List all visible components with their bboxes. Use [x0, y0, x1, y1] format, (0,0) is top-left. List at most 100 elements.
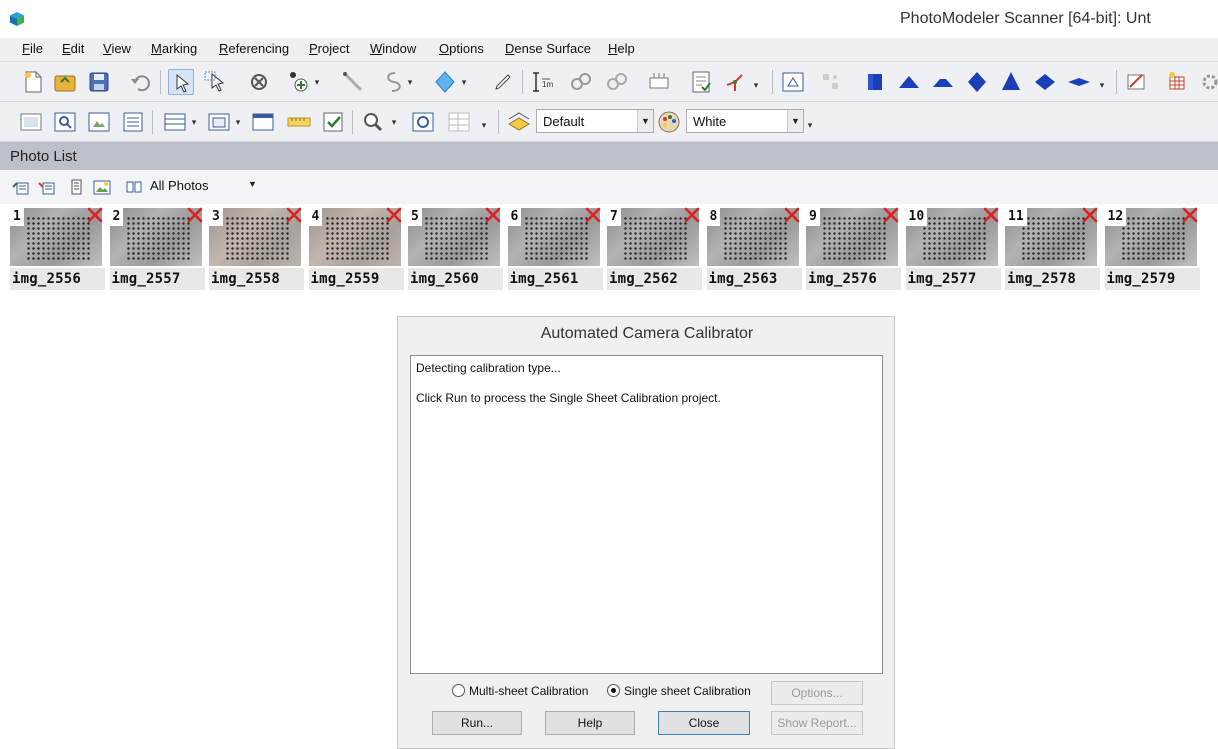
- cylinder-icon[interactable]: [930, 69, 956, 95]
- help-button[interactable]: Help: [545, 711, 635, 735]
- photo-thumbnail[interactable]: 2 img_2557: [109, 207, 205, 290]
- single-sheet-radio[interactable]: Single sheet Calibration: [607, 684, 751, 698]
- calibration-grid-photo: 6: [507, 207, 600, 266]
- photo-list-header: Photo List: [0, 142, 1218, 170]
- plane-icon[interactable]: [1066, 69, 1092, 95]
- photo-thumbnail[interactable]: 5 img_2560: [408, 207, 503, 290]
- auto-reference-icon[interactable]: [604, 69, 630, 95]
- view-mode-icon[interactable]: [506, 109, 532, 135]
- table-view-dropdown[interactable]: ▾: [190, 109, 198, 135]
- reference-mode-icon[interactable]: [568, 69, 594, 95]
- photo-thumbnail[interactable]: 3 img_2558: [209, 207, 304, 290]
- calibration-dot-pattern: [1120, 216, 1185, 260]
- window-layout-icon[interactable]: [206, 109, 232, 135]
- photo-filter-select[interactable]: All Photos: [150, 178, 209, 193]
- point-cloud-icon[interactable]: [818, 69, 844, 95]
- axis-setup-icon[interactable]: [722, 69, 748, 95]
- zoom-icon[interactable]: [360, 109, 386, 135]
- menu-options[interactable]: Options: [439, 41, 484, 56]
- add-photo-icon[interactable]: [10, 177, 30, 197]
- point-mode-icon[interactable]: [286, 69, 312, 95]
- run-button[interactable]: Run...: [432, 711, 522, 735]
- view-mode-select[interactable]: Default ▼: [536, 109, 654, 133]
- pyramid-icon[interactable]: [998, 69, 1024, 95]
- scale-dimension-icon[interactable]: 1m: [528, 69, 554, 95]
- close-button[interactable]: Close: [658, 711, 750, 735]
- toolbar-separator: [498, 110, 499, 134]
- grid-dropdown[interactable]: ▾: [480, 112, 488, 138]
- photo-thumbnail[interactable]: 8 img_2563: [706, 207, 802, 290]
- photo-name: img_2557: [109, 268, 205, 290]
- menu-help[interactable]: Help: [608, 41, 635, 56]
- photo-table-icon[interactable]: [18, 109, 44, 135]
- photo-thumbnail[interactable]: 4 img_2559: [308, 207, 404, 290]
- ruler-icon[interactable]: [286, 109, 312, 135]
- photo-properties-icon[interactable]: [66, 177, 86, 197]
- menu-marking[interactable]: Marking: [151, 41, 197, 56]
- image-view-icon[interactable]: [86, 109, 112, 135]
- pencil-icon[interactable]: [490, 69, 516, 95]
- toolbar-overflow-dropdown[interactable]: ▾: [806, 112, 814, 138]
- open-project-icon[interactable]: [52, 69, 78, 95]
- settings-icon[interactable]: [1198, 69, 1218, 95]
- multi-select-icon[interactable]: [202, 69, 228, 95]
- photo-image-icon[interactable]: [92, 177, 112, 197]
- remove-photo-icon[interactable]: [36, 177, 56, 197]
- cone-icon[interactable]: [1032, 69, 1058, 95]
- color-palette-icon[interactable]: [656, 109, 682, 135]
- quality-report-icon[interactable]: [688, 69, 714, 95]
- menu-file[interactable]: File: [22, 41, 43, 56]
- edge-mode-icon[interactable]: [432, 69, 458, 95]
- photo-thumbnail[interactable]: 6 img_2561: [507, 207, 603, 290]
- photo-thumbnail[interactable]: 11 img_2578: [1005, 207, 1100, 290]
- menu-view[interactable]: View: [103, 41, 131, 56]
- undo-icon[interactable]: [128, 69, 154, 95]
- process-icon[interactable]: [646, 69, 672, 95]
- delete-marks-icon[interactable]: [246, 69, 272, 95]
- shapes-dropdown[interactable]: ▾: [1098, 72, 1106, 98]
- photo-name: img_2577: [905, 268, 1001, 290]
- new-project-icon[interactable]: [20, 69, 46, 95]
- zoom-dropdown[interactable]: ▾: [390, 109, 398, 135]
- photo-name: img_2556: [10, 268, 105, 290]
- show-report-button[interactable]: Show Report...: [771, 711, 863, 735]
- wedge-icon[interactable]: [896, 69, 922, 95]
- checklist-icon[interactable]: [120, 109, 146, 135]
- axis-setup-dropdown[interactable]: ▾: [752, 72, 760, 98]
- status-bar-icon[interactable]: [250, 109, 276, 135]
- photo-thumbnail[interactable]: 1 img_2556: [10, 207, 105, 290]
- table-icon[interactable]: [1164, 69, 1190, 95]
- menu-window[interactable]: Window: [370, 41, 416, 56]
- photo-thumbnail[interactable]: 9 img_2576: [806, 207, 901, 290]
- calibration-dot-pattern: [424, 216, 488, 260]
- verify-icon[interactable]: [320, 109, 346, 135]
- menu-dense-surface[interactable]: Dense Surface: [505, 41, 591, 56]
- diamond-icon[interactable]: [964, 69, 990, 95]
- photo-thumbnail[interactable]: 10 img_2577: [905, 207, 1001, 290]
- grid-icon[interactable]: [446, 109, 472, 135]
- photo-thumbnail[interactable]: 7 img_2562: [607, 207, 702, 290]
- 3d-viewer-icon[interactable]: [780, 69, 806, 95]
- menu-edit[interactable]: Edit: [62, 41, 84, 56]
- photo-thumbnail[interactable]: 12 img_2579: [1104, 207, 1200, 290]
- zoom-photo-icon[interactable]: [52, 109, 78, 135]
- options-button[interactable]: Options...: [771, 681, 863, 705]
- curve-mode-dropdown[interactable]: ▾: [406, 69, 414, 95]
- curve-mode-icon[interactable]: [378, 69, 404, 95]
- photo-filter-icon[interactable]: [124, 177, 144, 197]
- menu-project[interactable]: Project: [309, 41, 349, 56]
- measure-icon[interactable]: [1124, 69, 1150, 95]
- box-icon[interactable]: [862, 69, 888, 95]
- background-color-select[interactable]: White ▼: [686, 109, 804, 133]
- multi-sheet-radio[interactable]: Multi-sheet Calibration: [452, 684, 588, 698]
- zoom-fit-icon[interactable]: [410, 109, 436, 135]
- edge-mode-dropdown[interactable]: ▾: [460, 69, 468, 95]
- point-mode-dropdown[interactable]: ▾: [313, 69, 321, 95]
- select-mode-icon[interactable]: [168, 69, 194, 95]
- save-project-icon[interactable]: [86, 69, 112, 95]
- table-view-icon[interactable]: [162, 109, 188, 135]
- menu-referencing[interactable]: Referencing: [219, 41, 289, 56]
- line-mode-icon[interactable]: [340, 69, 366, 95]
- window-layout-dropdown[interactable]: ▾: [234, 109, 242, 135]
- chevron-down-icon[interactable]: ▼: [248, 179, 257, 189]
